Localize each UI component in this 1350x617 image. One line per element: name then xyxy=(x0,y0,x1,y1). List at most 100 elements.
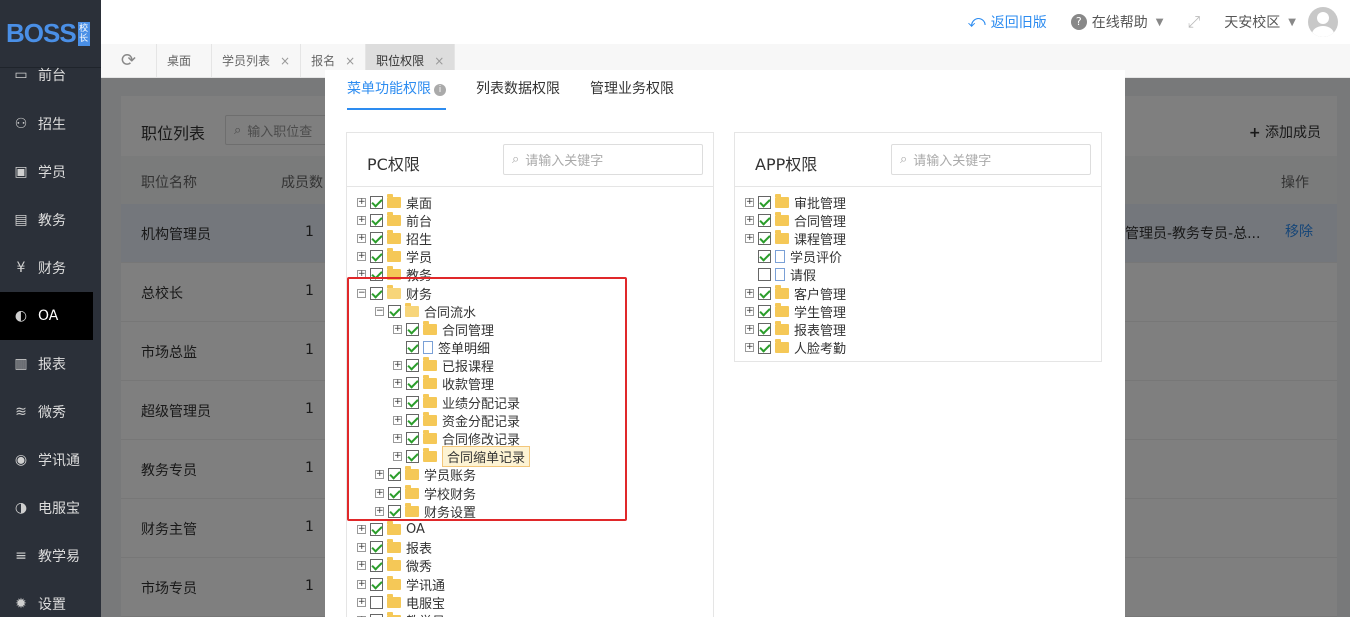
collapse-icon[interactable]: − xyxy=(357,288,366,298)
campus-selector[interactable]: 天安校区 ▼ xyxy=(1224,12,1296,32)
expand-icon[interactable]: + xyxy=(393,434,402,444)
tree-node-label[interactable]: 合同管理 xyxy=(794,211,846,230)
refresh-button[interactable]: ⟳ xyxy=(101,44,157,77)
sidebar-item-0[interactable]: ▭ 前台 xyxy=(0,50,101,100)
tree-node[interactable]: + 合同管理 xyxy=(735,211,1101,230)
tree-node[interactable]: − 财务 xyxy=(347,284,713,303)
checkbox[interactable] xyxy=(370,595,383,609)
checkbox[interactable] xyxy=(758,268,771,282)
checkbox[interactable] xyxy=(758,322,771,336)
tree-node[interactable]: 学员评价 xyxy=(735,248,1101,266)
tree-node[interactable]: + 合同缩单记录 xyxy=(347,446,713,468)
tree-node[interactable]: + 报表管理 xyxy=(735,320,1101,339)
app-search-input[interactable]: ⌕ 请输入关键字 xyxy=(891,144,1091,175)
checkbox[interactable] xyxy=(388,504,401,518)
tree-node[interactable]: + 业绩分配记录 xyxy=(347,393,713,412)
expand-icon[interactable]: + xyxy=(393,379,402,389)
tree-node-label[interactable]: 报表 xyxy=(406,538,432,557)
checkbox[interactable] xyxy=(406,359,419,373)
sidebar-item-2[interactable]: ▣ 学员 xyxy=(0,148,101,196)
checkbox[interactable] xyxy=(370,559,383,573)
tree-node[interactable]: + 收款管理 xyxy=(347,375,713,393)
expand-icon[interactable]: + xyxy=(375,488,384,498)
tree-node[interactable]: + 资金分配记录 xyxy=(347,411,713,430)
sidebar-item-9[interactable]: ◑ 电服宝 xyxy=(0,484,101,532)
tree-node-label[interactable]: 合同管理 xyxy=(442,320,494,339)
checkbox[interactable] xyxy=(758,231,771,245)
expand-icon[interactable]: + xyxy=(393,397,402,407)
tree-node[interactable]: + 微秀 xyxy=(347,557,713,575)
tree-node-label[interactable]: 合同流水 xyxy=(424,302,476,321)
tree-node-label[interactable]: 合同修改记录 xyxy=(442,429,520,448)
expand-icon[interactable]: + xyxy=(357,197,366,207)
tree-node[interactable]: + 招生 xyxy=(347,229,713,248)
checkbox[interactable] xyxy=(406,413,419,427)
modal-tab-0[interactable]: 菜单功能权限 i xyxy=(347,70,446,110)
tree-node[interactable]: + 学员 xyxy=(347,248,713,266)
tree-node[interactable]: + 前台 xyxy=(347,211,713,230)
expand-icon[interactable]: + xyxy=(375,506,384,516)
checkbox[interactable] xyxy=(388,304,401,318)
modal-tab-1[interactable]: 列表数据权限 xyxy=(476,70,560,110)
tree-node-label[interactable]: 学员评价 xyxy=(790,247,842,266)
expand-icon[interactable]: + xyxy=(393,452,402,462)
close-icon[interactable]: × xyxy=(280,54,290,68)
expand-icon[interactable]: + xyxy=(357,524,366,534)
expand-icon[interactable]: + xyxy=(745,288,754,298)
expand-icon[interactable]: + xyxy=(357,561,366,571)
expand-icon[interactable]: + xyxy=(357,597,366,607)
collapse-icon[interactable]: − xyxy=(375,306,384,316)
checkbox[interactable] xyxy=(370,231,383,245)
expand-icon[interactable]: + xyxy=(745,197,754,207)
checkbox[interactable] xyxy=(758,341,771,355)
sidebar-item-7[interactable]: ≋ 微秀 xyxy=(0,388,101,436)
pc-search-input[interactable]: ⌕ 请输入关键字 xyxy=(503,144,703,175)
expand-icon[interactable]: + xyxy=(393,324,402,334)
tree-node[interactable]: + 教务 xyxy=(347,266,713,284)
checkbox[interactable] xyxy=(406,450,419,464)
checkbox[interactable] xyxy=(758,250,771,264)
sidebar-item-11[interactable]: ✹ 设置 xyxy=(0,580,101,617)
tree-node[interactable]: + 客户管理 xyxy=(735,284,1101,303)
tree-node-label[interactable]: 财务 xyxy=(406,284,432,303)
tree-node[interactable]: + OA xyxy=(347,520,713,538)
expand-icon[interactable]: + xyxy=(357,215,366,225)
sidebar-item-5[interactable]: ◐ OA xyxy=(0,292,93,340)
tree-node[interactable]: + 人脸考勤 xyxy=(735,339,1101,357)
checkbox[interactable] xyxy=(758,195,771,209)
tree-node-label[interactable]: 签单明细 xyxy=(438,338,490,357)
tree-node-label[interactable]: 人脸考勤 xyxy=(794,338,846,357)
tree-node[interactable]: + 报表 xyxy=(347,539,713,557)
sidebar-item-10[interactable]: ≡ 教学易 xyxy=(0,532,101,580)
tree-node-label[interactable]: 请假 xyxy=(790,265,816,284)
tree-node-label[interactable]: 报表管理 xyxy=(794,320,846,339)
tree-node-label[interactable]: 学校财务 xyxy=(424,484,476,503)
tree-node[interactable]: + 已报课程 xyxy=(347,357,713,375)
tree-node-label[interactable]: 桌面 xyxy=(406,193,432,212)
tree-node[interactable]: − 合同流水 xyxy=(347,302,713,321)
tree-node[interactable]: + 课程管理 xyxy=(735,229,1101,248)
tree-node[interactable]: + 桌面 xyxy=(347,193,713,212)
tree-node[interactable]: +教学易 xyxy=(347,611,713,617)
tree-node[interactable]: + 学员账务 xyxy=(347,466,713,484)
tree-node-label[interactable]: 微秀 xyxy=(406,556,432,575)
expand-icon[interactable]: + xyxy=(375,470,384,480)
checkbox[interactable] xyxy=(388,468,401,482)
checkbox[interactable] xyxy=(370,268,383,282)
expand-icon[interactable]: + xyxy=(745,343,754,353)
checkbox[interactable] xyxy=(406,322,419,336)
tree-node-label[interactable]: 教务 xyxy=(406,265,432,284)
close-icon[interactable]: × xyxy=(434,54,444,68)
expand-icon[interactable]: + xyxy=(745,233,754,243)
tree-node[interactable]: + 审批管理 xyxy=(735,193,1101,212)
tree-node[interactable]: 签单明细 xyxy=(347,339,713,357)
sidebar-item-1[interactable]: ⚇ 招生 xyxy=(0,100,101,148)
checkbox[interactable] xyxy=(370,250,383,264)
sidebar-item-4[interactable]: ¥ 财务 xyxy=(0,244,101,292)
checkbox[interactable] xyxy=(406,432,419,446)
checkbox[interactable] xyxy=(370,213,383,227)
tree-node-label[interactable]: 收款管理 xyxy=(442,374,494,393)
tab-1[interactable]: 学员列表 × xyxy=(212,44,302,77)
checkbox[interactable] xyxy=(406,341,419,355)
expand-icon[interactable]: + xyxy=(745,324,754,334)
